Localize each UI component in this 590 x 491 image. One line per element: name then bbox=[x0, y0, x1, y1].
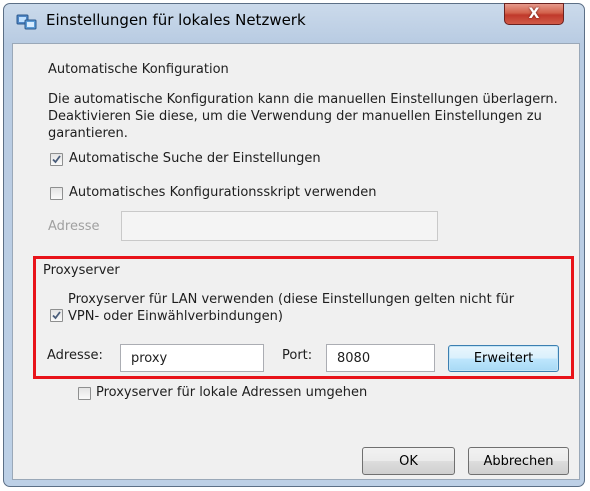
auto-config-description-line2: Deaktivieren Sie diese, um die Verwendun… bbox=[48, 109, 542, 124]
auto-config-heading: Automatische Konfiguration bbox=[48, 62, 229, 77]
script-address-input[interactable] bbox=[121, 211, 438, 241]
use-proxy-checkbox[interactable] bbox=[50, 309, 63, 322]
checkmark-icon bbox=[52, 311, 61, 320]
window-title: Einstellungen für lokales Netzwerk bbox=[46, 11, 306, 29]
advanced-button[interactable]: Erweitert bbox=[448, 345, 559, 372]
checkmark-icon bbox=[52, 155, 61, 164]
use-proxy-label-line2[interactable]: VPN- oder Einwählverbindungen) bbox=[68, 309, 283, 324]
auto-config-description-line3: garantieren. bbox=[48, 126, 128, 141]
bypass-local-checkbox[interactable] bbox=[78, 387, 91, 400]
bypass-local-label[interactable]: Proxyserver für lokale Adressen umgehen bbox=[96, 385, 367, 400]
use-proxy-label-line1[interactable]: Proxyserver für LAN verwenden (diese Ein… bbox=[68, 292, 514, 307]
auto-config-script-checkbox[interactable] bbox=[50, 187, 63, 200]
script-address-label: Adresse bbox=[48, 219, 100, 234]
proxy-address-input[interactable] bbox=[120, 344, 264, 372]
proxy-port-input[interactable] bbox=[326, 344, 435, 372]
proxy-port-label: Port: bbox=[282, 348, 313, 363]
network-settings-icon bbox=[16, 12, 38, 32]
auto-config-script-label[interactable]: Automatisches Konfigurationsskript verwe… bbox=[69, 185, 376, 200]
auto-config-description-line1: Die automatische Konfiguration kann die … bbox=[48, 92, 558, 107]
ok-button[interactable]: OK bbox=[362, 447, 455, 475]
auto-detect-label[interactable]: Automatische Suche der Einstellungen bbox=[69, 151, 321, 166]
close-button[interactable]: X bbox=[504, 3, 564, 25]
auto-detect-checkbox[interactable] bbox=[50, 153, 63, 166]
proxy-address-label: Adresse: bbox=[47, 348, 103, 363]
close-icon: X bbox=[528, 6, 540, 22]
cancel-button[interactable]: Abbrechen bbox=[468, 447, 569, 475]
proxy-heading: Proxyserver bbox=[43, 263, 120, 278]
